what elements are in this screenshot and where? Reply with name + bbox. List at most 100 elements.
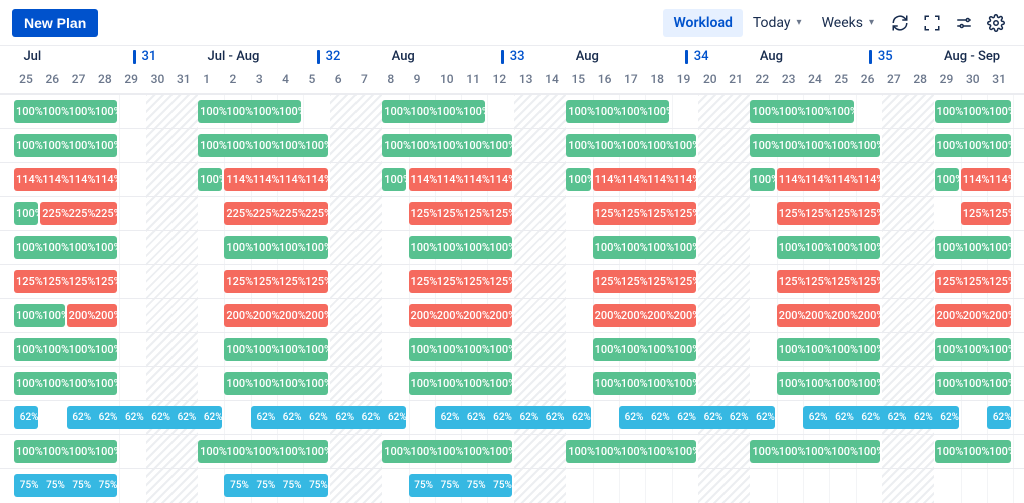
workload-bar[interactable]: 100%100%100%100%100% [198, 440, 328, 463]
workload-bar[interactable]: 100%100%100%100% [777, 236, 880, 259]
workload-bar[interactable]: 114%114%114%114% [409, 168, 512, 191]
workload-bar[interactable]: 125%125%125%125% [777, 270, 880, 293]
workload-bar[interactable]: 62% [14, 406, 38, 429]
workload-bar[interactable]: 100%100%100% [935, 440, 1012, 463]
workload-bar[interactable]: 100%100%100%100% [409, 236, 512, 259]
workload-bar[interactable]: 100%100%100%100% [409, 372, 512, 395]
workload-bar[interactable]: 114%114%114%114% [593, 168, 696, 191]
fullscreen-button[interactable] [916, 7, 948, 39]
workload-bar[interactable]: 100%100%100%100%100% [382, 440, 512, 463]
workload-bar[interactable]: 125%125%125%125% [593, 202, 696, 225]
workload-bar[interactable]: 100%100%100%100% [777, 338, 880, 361]
workload-value: 125% [647, 207, 673, 220]
workload-value: 62% [200, 412, 222, 423]
workload-value: 225% [253, 207, 279, 220]
today-button[interactable]: Today ▾ [743, 9, 812, 37]
workload-value: 100% [16, 445, 42, 458]
workload-bar[interactable]: 125%125%125%125% [224, 270, 327, 293]
workload-value: 75% [305, 480, 327, 491]
workload-bar[interactable]: 100% [14, 202, 38, 225]
workload-bar[interactable]: 200%200%200% [935, 304, 1012, 327]
workload-bar[interactable]: 114%114%114%114% [224, 168, 327, 191]
workload-bar[interactable]: 100% [935, 168, 959, 191]
workload-bar[interactable]: 62%62%62%62%62%62% [803, 406, 959, 429]
workload-bar[interactable]: 100%100%100% [935, 100, 1012, 123]
workload-bar[interactable]: 100%100%100%100% [14, 440, 117, 463]
workload-bar[interactable]: 75%75%75%75% [14, 474, 117, 497]
day-label: 24 [808, 72, 822, 86]
workload-bar[interactable]: 100%100%100%100%100% [198, 134, 328, 157]
month-label: Aug - Sep [944, 49, 1000, 64]
workload-bar[interactable]: 100% [750, 168, 774, 191]
workload-bar[interactable]: 100% [566, 168, 590, 191]
workload-bar[interactable]: 100%100%100%100% [14, 372, 117, 395]
workload-value: 100% [226, 377, 252, 390]
workload-bar[interactable]: 125%125%125% [935, 270, 1012, 293]
workload-bar[interactable]: 75%75%75%75% [224, 474, 327, 497]
new-plan-button[interactable]: New Plan [12, 9, 98, 37]
workload-bar[interactable]: 100%100%100%100% [224, 372, 327, 395]
workload-bar[interactable]: 125%125%125%125% [409, 270, 512, 293]
workload-bar[interactable]: 75%75%75%75% [409, 474, 512, 497]
view-workload[interactable]: Workload [663, 9, 742, 37]
workload-bar[interactable]: 100%100%100%100%100% [750, 440, 880, 463]
workload-bar[interactable]: 100%100%100%100% [593, 372, 696, 395]
workload-bar[interactable]: 114%114%114%114% [14, 168, 117, 191]
day-label: 30 [151, 72, 165, 86]
workload-bar[interactable]: 100%100%100%100% [14, 134, 117, 157]
workload-bar[interactable]: 100%100%100%100% [382, 100, 485, 123]
workload-bar[interactable]: 62%62%62%62%62%62% [435, 406, 591, 429]
workload-bar[interactable]: 100%100%100%100% [14, 236, 117, 259]
workload-bar[interactable]: 225%225%225% [40, 202, 117, 225]
workload-value: 62% [95, 412, 121, 423]
workload-bar[interactable]: 100%100%100% [935, 236, 1012, 259]
workload-bar[interactable]: 62%62%62%62%62%62% [251, 406, 407, 429]
workload-bar[interactable]: 125%125%125%125% [409, 202, 512, 225]
workload-grid[interactable]: 100%100%100%100%100%100%100%100%100%100%… [0, 94, 1024, 503]
workload-bar[interactable]: 100%100%100% [935, 338, 1012, 361]
workload-bar[interactable]: 100%100%100%100%100% [750, 134, 880, 157]
workload-bar[interactable]: 100%100%100%100%100% [382, 134, 512, 157]
workload-bar[interactable]: 100%100%100%100% [224, 236, 327, 259]
workload-bar[interactable]: 125%125%125%125% [14, 270, 117, 293]
workload-value: 200% [647, 309, 673, 322]
filters-button[interactable] [948, 7, 980, 39]
workload-bar[interactable]: 100% [382, 168, 406, 191]
workload-bar[interactable]: 225%225%225%225% [224, 202, 327, 225]
workload-bar[interactable]: 100%100%100% [935, 134, 1012, 157]
workload-bar[interactable]: 114%114% [961, 168, 1012, 191]
workload-bar[interactable]: 200%200% [67, 304, 118, 327]
workload-bar[interactable]: 100%100%100% [935, 372, 1012, 395]
scale-button[interactable]: Weeks ▾ [812, 9, 884, 37]
workload-bar[interactable]: 62% [987, 406, 1011, 429]
workload-bar[interactable]: 125%125%125%125% [777, 202, 880, 225]
workload-bar[interactable]: 200%200%200%200% [409, 304, 512, 327]
workload-bar[interactable]: 125%125%125%125% [593, 270, 696, 293]
workload-bar[interactable]: 100%100%100%100% [566, 100, 669, 123]
workload-bar[interactable]: 100%100%100%100% [750, 100, 853, 123]
workload-bar[interactable]: 100%100%100%100% [777, 372, 880, 395]
workload-bar[interactable]: 62%62%62%62%62%62% [67, 406, 223, 429]
workload-bar[interactable]: 100%100%100%100%100% [566, 134, 696, 157]
workload-bar[interactable]: 100%100%100%100% [593, 338, 696, 361]
workload-bar[interactable]: 200%200%200%200% [777, 304, 880, 327]
workload-value: 125% [779, 207, 805, 220]
refresh-button[interactable] [884, 7, 916, 39]
workload-bar[interactable]: 200%200%200%200% [593, 304, 696, 327]
workload-bar[interactable]: 100%100%100%100% [409, 338, 512, 361]
workload-bar[interactable]: 100% [198, 168, 222, 191]
workload-bar[interactable]: 100%100%100%100% [14, 100, 117, 123]
workload-bar[interactable]: 114%114%114%114% [777, 168, 880, 191]
workload-bar[interactable]: 200%200%200%200% [224, 304, 327, 327]
workload-bar[interactable]: 100%100% [14, 304, 65, 327]
workload-value: 75% [463, 480, 489, 491]
workload-bar[interactable]: 100%100%100%100% [593, 236, 696, 259]
workload-bar[interactable]: 100%100%100%100% [14, 338, 117, 361]
settings-button[interactable] [980, 7, 1012, 39]
workload-bar[interactable]: 100%100%100%100% [198, 100, 301, 123]
workload-bar[interactable]: 100%100%100%100% [224, 338, 327, 361]
workload-bar[interactable]: 125%125% [961, 202, 1012, 225]
workload-bar[interactable]: 62%62%62%62%62%62% [619, 406, 775, 429]
day-label: 19 [677, 72, 691, 86]
workload-bar[interactable]: 100%100%100%100%100% [566, 440, 696, 463]
